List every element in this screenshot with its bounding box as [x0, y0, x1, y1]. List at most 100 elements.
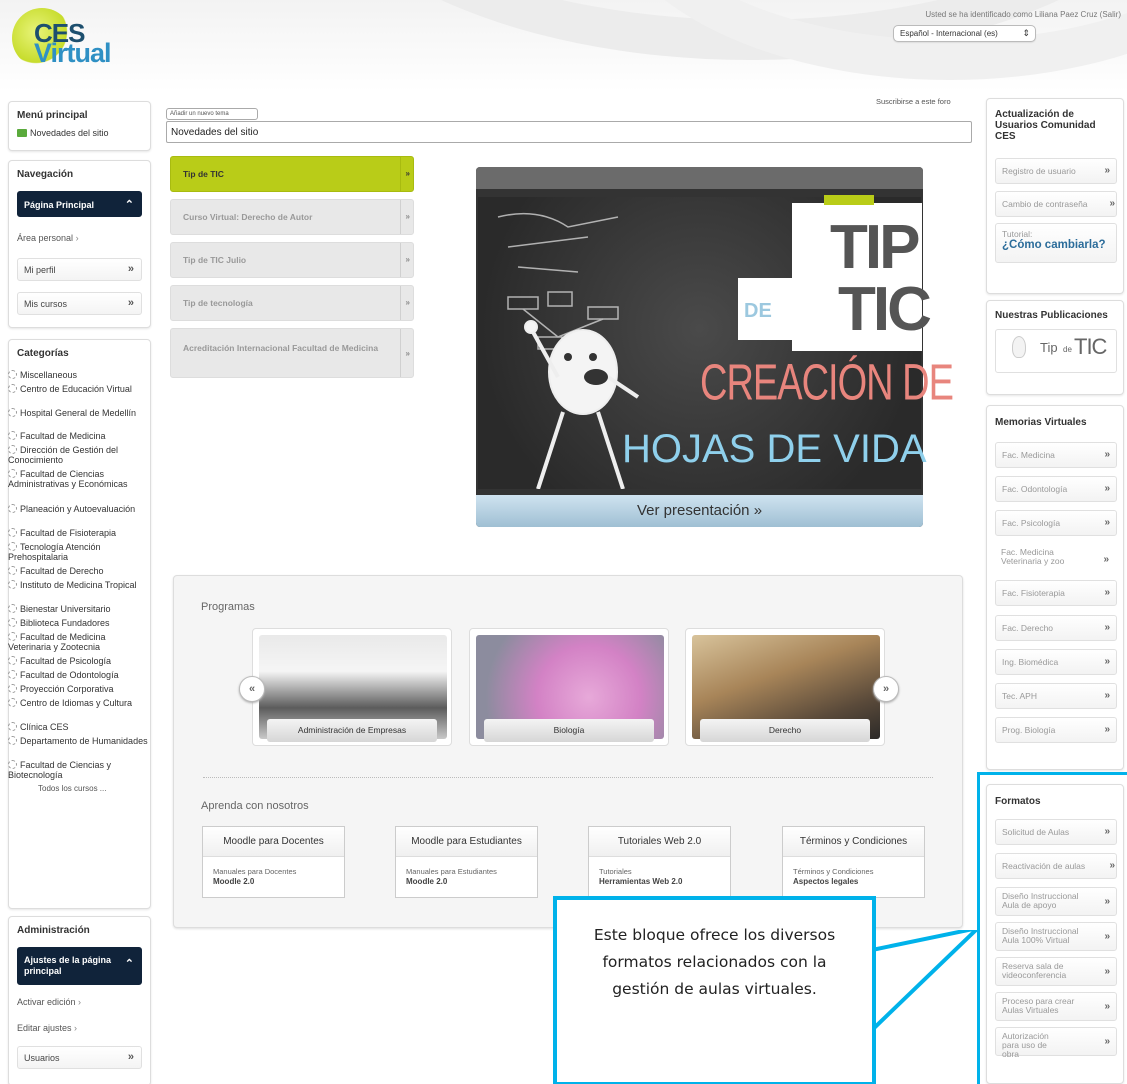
- nav-label: Activar edición: [17, 997, 76, 1007]
- memoria-link[interactable]: Fac. Derecho »: [995, 615, 1117, 641]
- learn-card-detail: Moodle 2.0: [213, 877, 255, 886]
- admin-usuarios[interactable]: Usuarios »: [17, 1046, 142, 1069]
- new-topic-button[interactable]: Añadir un nuevo tema: [166, 108, 258, 120]
- learn-card[interactable]: Moodle para Estudiantes Manuales para Est…: [395, 826, 538, 898]
- nav-label: Tec. APH: [1002, 691, 1037, 701]
- learn-card-subtitle: Tutoriales: [599, 867, 632, 876]
- ver-presentacion-button[interactable]: Ver presentación »: [476, 495, 923, 527]
- admin-editar-ajustes[interactable]: Editar ajustes ›: [17, 1023, 77, 1033]
- registro-usuario-link[interactable]: Registro de usuario »: [995, 158, 1117, 184]
- category-link[interactable]: Facultad de Medicina Veterinaria y Zoote…: [8, 632, 148, 652]
- cambio-contrasena-link[interactable]: Cambio de contraseña »: [995, 191, 1117, 217]
- memoria-link[interactable]: Prog. Biología »: [995, 717, 1117, 743]
- login-info[interactable]: Usted se ha identificado como Liliana Pa…: [925, 10, 1121, 19]
- program-caption: Biología: [484, 719, 654, 742]
- memoria-link[interactable]: Fac. Medicina »: [995, 442, 1117, 468]
- tip-de-tic-banner[interactable]: Tip de TIC: [995, 329, 1117, 373]
- category-label: Facultad de Medicina Veterinaria y Zoote…: [8, 632, 106, 652]
- publicaciones-block: Nuestras Publicaciones Tip de TIC: [986, 300, 1124, 395]
- category-label: Bienestar Universitario: [20, 604, 111, 614]
- learn-card-title: Moodle para Docentes: [203, 827, 344, 857]
- memoria-link[interactable]: Fac. Psicología »: [995, 510, 1117, 536]
- category-icon: [8, 604, 17, 613]
- learn-card[interactable]: Moodle para Docentes Manuales para Docent…: [202, 826, 345, 898]
- memoria-link[interactable]: Ing. Biomédica »: [995, 649, 1117, 675]
- accent-bar: [824, 195, 874, 205]
- annotation-callout: Este bloque ofrece los diversos formatos…: [553, 896, 876, 1084]
- forum-title-field[interactable]: Novedades del sitio: [166, 121, 972, 143]
- category-icon: [8, 670, 17, 679]
- category-link[interactable]: Clínica CES: [8, 722, 148, 732]
- program-card-admin[interactable]: Administración de Empresas: [252, 628, 452, 746]
- tab-label: Tip de TIC: [183, 169, 224, 179]
- category-link[interactable]: Centro de Idiomas y Cultura: [8, 698, 148, 708]
- learn-card-detail: Herramientas Web 2.0: [599, 877, 683, 886]
- novedades-link[interactable]: Novedades del sitio: [17, 128, 109, 138]
- tip-logo-box: TIP TIC: [792, 195, 932, 351]
- category-link[interactable]: Tecnología Atención Prehospitalaria: [8, 542, 148, 562]
- nav-mi-perfil[interactable]: Mi perfil »: [17, 258, 142, 281]
- double-chevron-icon: »: [405, 349, 410, 358]
- category-label: Hospital General de Medellín: [20, 408, 137, 418]
- tab-tip-tecnologia[interactable]: Tip de tecnología »: [170, 285, 414, 321]
- category-link[interactable]: Facultad de Derecho: [8, 566, 148, 576]
- category-label: Facultad de Ciencias y Biotecnología: [8, 760, 112, 780]
- admin-activar-edicion[interactable]: Activar edición ›: [17, 997, 81, 1007]
- slide-headline-2: HOJAS DE VIDA: [622, 427, 927, 471]
- tab-acreditacion[interactable]: Acreditación Internacional Facultad de M…: [170, 328, 414, 378]
- learn-card[interactable]: Términos y Condiciones Términos y Condici…: [782, 826, 925, 898]
- nav-label: Fac. Medicina: [1002, 450, 1055, 460]
- all-courses-link[interactable]: Todos los cursos ...: [38, 784, 178, 794]
- tab-tip-tic-julio[interactable]: Tip de TIC Julio »: [170, 242, 414, 278]
- subscribe-link[interactable]: Suscribirse a este foro: [876, 97, 951, 106]
- tutorial-link[interactable]: Tutorial: ¿Cómo cambiarla?: [995, 223, 1117, 263]
- category-icon: [8, 542, 17, 551]
- nav-mis-cursos[interactable]: Mis cursos »: [17, 292, 142, 315]
- category-label: Centro de Idiomas y Cultura: [20, 698, 133, 708]
- chevron-right-icon: ›: [75, 233, 79, 243]
- category-link[interactable]: Facultad de Medicina: [8, 431, 148, 441]
- slide-headline-1: CREACIÓN DE: [700, 355, 954, 412]
- tab-curso-derecho-autor[interactable]: Curso Virtual: Derecho de Autor »: [170, 199, 414, 235]
- carousel-next-button[interactable]: »: [873, 676, 899, 702]
- language-select[interactable]: Español - Internacional (es) ⇕: [893, 25, 1036, 42]
- double-chevron-icon: »: [127, 1051, 134, 1063]
- ces-virtual-logo[interactable]: CES Virtual: [12, 8, 142, 78]
- category-label: Clínica CES: [20, 722, 69, 732]
- nav-area-personal[interactable]: Área personal ›: [17, 233, 79, 243]
- category-link[interactable]: Departamento de Humanidades: [8, 736, 148, 746]
- logo-text-virtual: Virtual: [34, 38, 112, 68]
- memoria-link[interactable]: Fac. Medicina Veterinaria y zoo: [995, 544, 1083, 574]
- tic-text: TIC: [838, 275, 932, 344]
- nav-label: Fac. Derecho: [1002, 623, 1054, 633]
- category-icon: [8, 736, 17, 745]
- category-link[interactable]: Instituto de Medicina Tropical: [8, 580, 148, 590]
- category-icon: [8, 580, 17, 589]
- category-link[interactable]: Facultad de Psicología: [8, 656, 148, 666]
- memoria-link[interactable]: Fac. Fisioterapia »: [995, 580, 1117, 606]
- category-link[interactable]: Facultad de Odontología: [8, 670, 148, 680]
- tab-tip-de-tic[interactable]: Tip de TIC »: [170, 156, 414, 192]
- category-link[interactable]: Centro de Educación Virtual: [8, 384, 148, 394]
- memoria-link[interactable]: Fac. Odontología »: [995, 476, 1117, 502]
- learn-card[interactable]: Tutoriales Web 2.0 Tutoriales Herramientas…: [588, 826, 731, 898]
- carousel-prev-button[interactable]: «: [239, 676, 265, 702]
- nav-pagina-principal[interactable]: Página Principal ⌃: [17, 191, 142, 217]
- program-card-biologia[interactable]: Biología: [469, 628, 669, 746]
- admin-ajustes-pagina[interactable]: Ajustes de la página principal ⌃: [17, 947, 142, 985]
- memoria-link[interactable]: Tec. APH »: [995, 683, 1117, 709]
- category-link[interactable]: Facultad de Fisioterapia: [8, 528, 148, 538]
- category-link[interactable]: Planeación y Autoevaluación: [8, 504, 148, 514]
- category-icon: [8, 760, 17, 769]
- category-link[interactable]: Proyección Corporativa: [8, 684, 148, 694]
- category-link[interactable]: Facultad de Ciencias y Biotecnología: [8, 760, 148, 780]
- memorias-block: Memorias Virtuales Fac. Medicina » Fac. O…: [986, 405, 1124, 770]
- category-link[interactable]: Biblioteca Fundadores: [8, 618, 148, 628]
- category-link[interactable]: Hospital General de Medellín: [8, 408, 148, 418]
- category-label: Tecnología Atención Prehospitalaria: [8, 542, 101, 562]
- category-link[interactable]: Bienestar Universitario: [8, 604, 148, 614]
- category-link[interactable]: Facultad de Ciencias Administrativas y E…: [8, 469, 148, 489]
- category-link[interactable]: Miscellaneous: [8, 370, 148, 380]
- program-card-derecho[interactable]: Derecho: [685, 628, 885, 746]
- category-link[interactable]: Dirección de Gestión del Conocimiento: [8, 445, 148, 465]
